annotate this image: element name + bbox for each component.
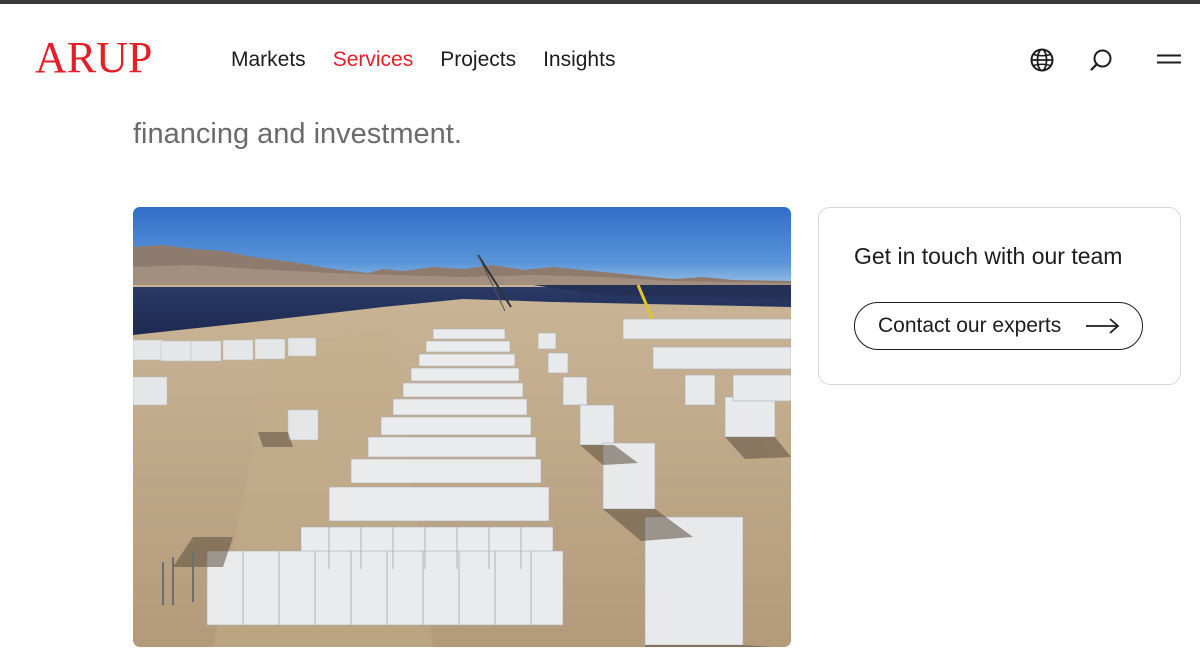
top-border (0, 0, 1200, 4)
intro-text: financing and investment. (133, 118, 462, 150)
nav-services[interactable]: Services (333, 47, 414, 73)
globe-icon[interactable] (1029, 47, 1055, 73)
main-nav: Markets Services Projects Insights (231, 47, 642, 73)
contact-experts-button[interactable]: Contact our experts (854, 302, 1143, 350)
arup-logo[interactable]: ARUP (35, 36, 152, 80)
arrow-right-icon (1085, 317, 1121, 335)
menu-icon[interactable] (1155, 47, 1183, 73)
battery-storage-facility-photo (133, 207, 791, 647)
nav-insights[interactable]: Insights (543, 47, 615, 73)
search-icon[interactable] (1088, 47, 1114, 73)
contact-experts-label: Contact our experts (878, 314, 1062, 337)
nav-markets[interactable]: Markets (231, 47, 306, 73)
contact-card: Get in touch with our team Contact our e… (818, 207, 1181, 385)
nav-projects[interactable]: Projects (440, 47, 516, 73)
contact-card-title: Get in touch with our team (854, 243, 1123, 269)
